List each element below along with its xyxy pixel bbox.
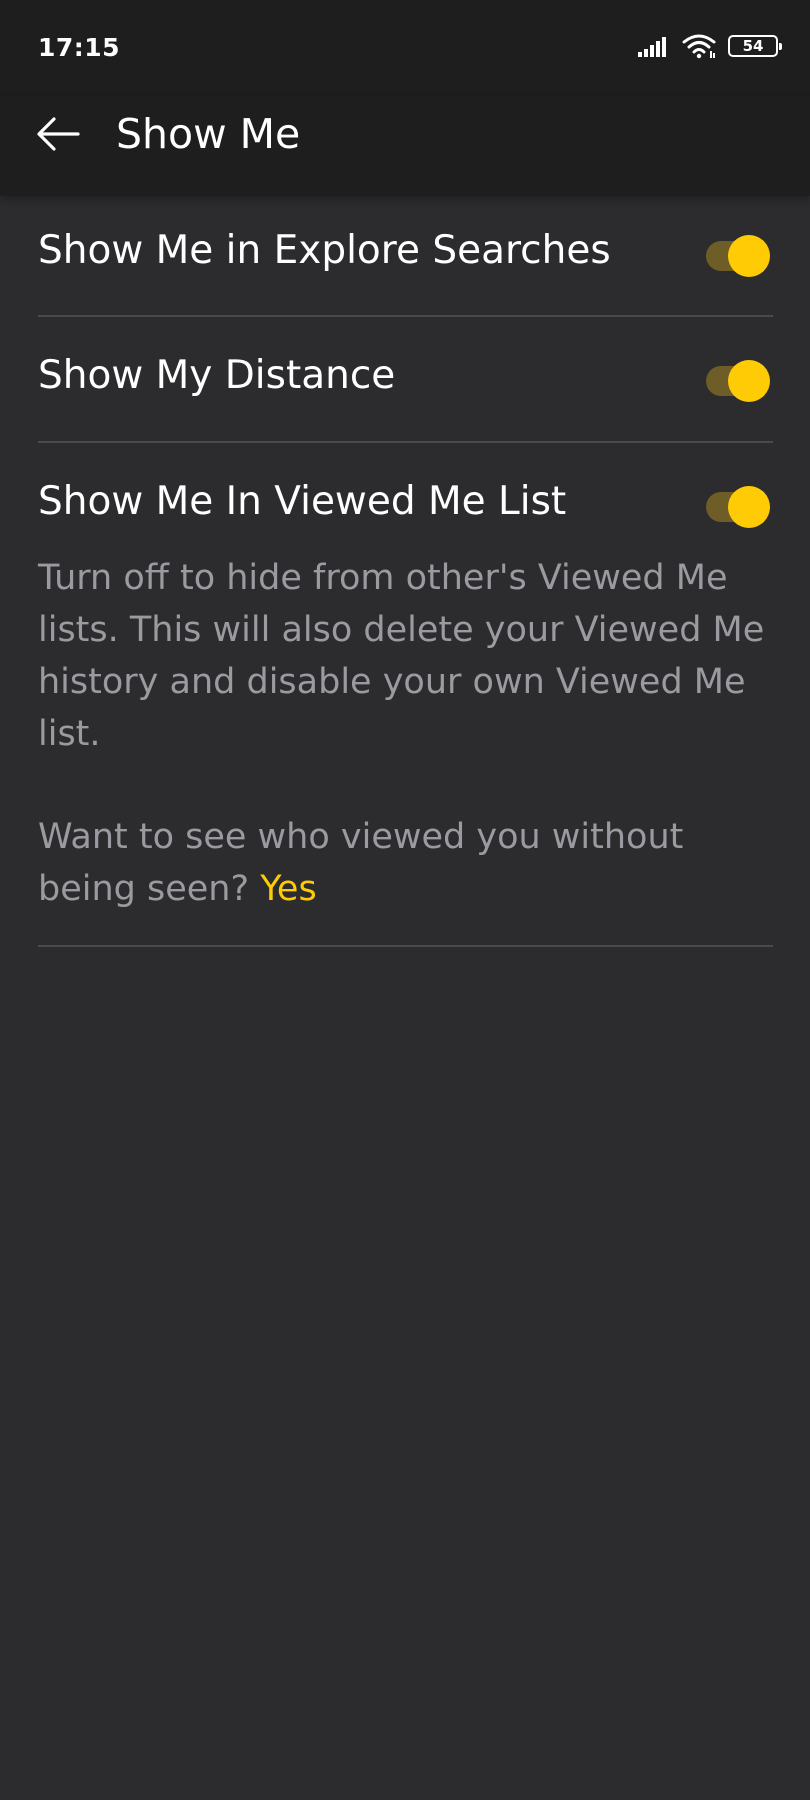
incognito-prompt: Want to see who viewed you without being…: [38, 811, 778, 915]
arrow-left-icon: [37, 117, 80, 151]
divider: [38, 441, 773, 443]
my-distance-toggle[interactable]: [706, 355, 770, 402]
setting-row-explore-searches: Show Me in Explore Searches: [38, 228, 774, 277]
signal-icon: [638, 37, 666, 57]
incognito-prompt-text: Want to see who viewed you without being…: [38, 817, 684, 909]
viewed-me-list-toggle[interactable]: [706, 481, 770, 528]
setting-label-my-distance: Show My Distance: [38, 353, 396, 398]
setting-label-viewed-me-list: Show Me In Viewed Me List: [38, 479, 567, 524]
setting-row-my-distance: Show My Distance: [38, 353, 774, 402]
divider: [38, 945, 773, 947]
divider: [38, 315, 773, 317]
toggle-thumb: [728, 235, 770, 277]
status-bar: 17:15 54: [0, 0, 810, 96]
setting-label-explore-searches: Show Me in Explore Searches: [38, 228, 611, 273]
status-icons: 54: [638, 34, 782, 59]
yes-link[interactable]: Yes: [260, 869, 317, 909]
viewed-me-description: Turn off to hide from other's Viewed Me …: [38, 558, 765, 754]
back-button[interactable]: [36, 114, 80, 154]
status-time: 17:15: [38, 33, 121, 62]
page-title: Show Me: [116, 110, 301, 158]
battery-icon: 54: [728, 35, 782, 57]
wifi-icon: [682, 34, 716, 59]
explore-searches-toggle[interactable]: [706, 230, 770, 277]
toggle-thumb: [728, 486, 770, 528]
setting-row-viewed-me-list: Show Me In Viewed Me List: [38, 479, 774, 528]
toggle-thumb: [728, 360, 770, 402]
battery-level: 54: [742, 36, 764, 55]
